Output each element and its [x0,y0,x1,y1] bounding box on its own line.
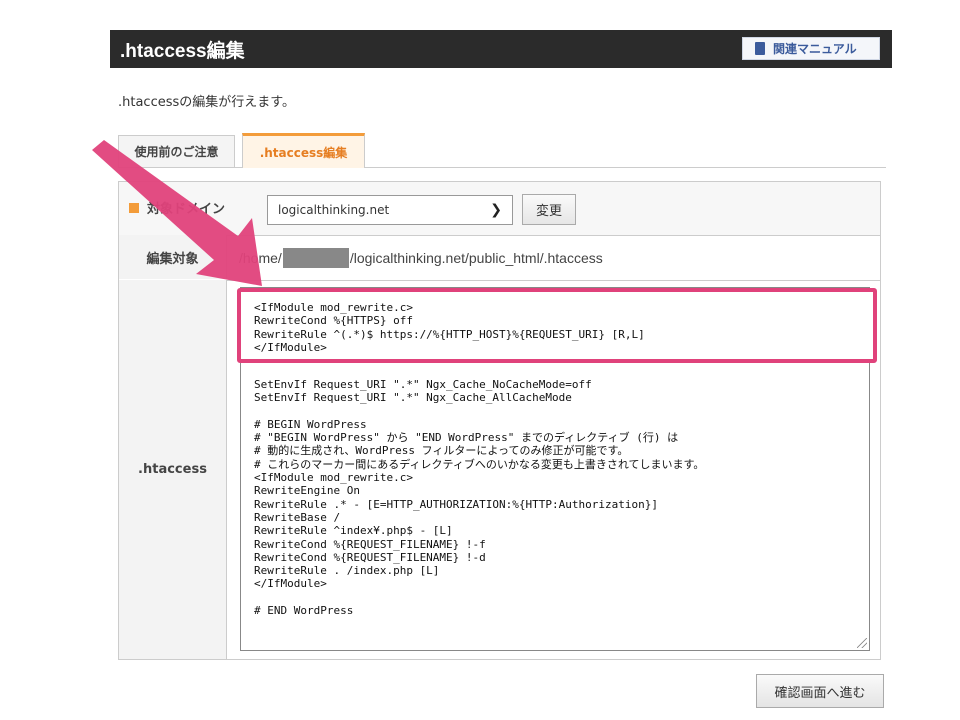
path-row: 編集対象 /home/ /logicalthinking.net/public_… [119,235,880,281]
book-icon [755,42,765,55]
edit-panel: 対象ドメイン logicalthinking.net ❯ 変更 編集対象 /ho… [118,181,881,660]
manual-button-label: 関連マニュアル [773,42,857,56]
resize-handle-icon[interactable] [857,638,867,648]
tab-precautions[interactable]: 使用前のご注意 [118,135,235,167]
domain-label: 対象ドメイン [129,198,225,217]
path-label: 編集対象 [119,235,227,279]
confirm-next-button[interactable]: 確認画面へ進む [756,674,884,708]
tab-htaccess-edit[interactable]: .htaccess編集 [242,133,365,168]
domain-label-text: 対象ドメイン [147,202,226,217]
domain-marker-icon [129,202,139,213]
page-title: .htaccess編集 [120,41,245,62]
domain-select-value: logicalthinking.net [278,203,390,217]
change-button[interactable]: 変更 [522,194,576,225]
manual-button[interactable]: 関連マニュアル [742,37,880,60]
highlight-box: <IfModule mod_rewrite.c> RewriteCond %{H… [237,288,877,363]
redacted-block [282,248,349,268]
tab-bar: 使用前のご注意 .htaccess編集 [118,133,886,168]
domain-row: 対象ドメイン logicalthinking.net ❯ 変更 [119,182,880,236]
htaccess-code: SetEnvIf Request_URI ".*" Ngx_Cache_NoCa… [254,378,705,618]
path-suffix: /logicalthinking.net/public_html/.htacce… [349,250,603,266]
highlighted-code: <IfModule mod_rewrite.c> RewriteCond %{H… [254,301,645,354]
domain-select[interactable]: logicalthinking.net ❯ [267,195,513,225]
htaccess-label: .htaccess [119,280,227,659]
page-description: .htaccessの編集が行えます。 [118,95,295,110]
path-prefix: /home/ [239,250,282,266]
page-header: .htaccess編集 関連マニュアル [110,30,892,68]
file-path: /home/ /logicalthinking.net/public_html/… [239,248,603,268]
chevron-down-icon: ❯ [490,202,502,218]
